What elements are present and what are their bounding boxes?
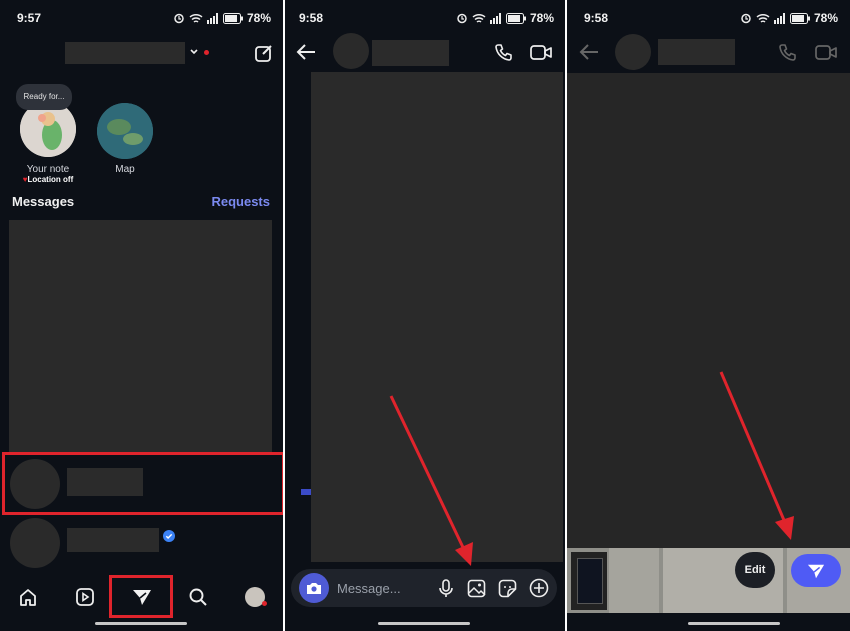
battery-level: 78% [813, 11, 838, 25]
back-arrow-icon[interactable] [579, 43, 599, 61]
send-media-panel: 9:58 78% Edit [567, 0, 850, 631]
battery-icon [222, 12, 243, 24]
send-icon [807, 564, 825, 579]
signal-icon [773, 12, 785, 24]
inbox-panel: 9:57 78% Ready for... Your note ♥Locatio… [0, 0, 283, 631]
wifi-icon [472, 13, 486, 23]
message-composer[interactable]: Message... [291, 569, 557, 607]
status-bar: 9:58 78% [285, 0, 566, 34]
conversation-row-2[interactable] [0, 516, 283, 572]
location-off-label: ♥Location off [22, 175, 74, 184]
highlight-direct [109, 575, 173, 618]
redacted-conversation-name-2 [67, 528, 159, 552]
media-thumbnail[interactable] [609, 548, 659, 613]
status-time: 9:57 [17, 11, 42, 25]
edit-button[interactable]: Edit [735, 552, 775, 588]
compose-icon[interactable] [254, 43, 274, 63]
chevron-down-icon[interactable] [189, 47, 199, 57]
messages-heading: Messages [12, 194, 75, 209]
annotation-arrow [719, 371, 794, 540]
conversation-avatar-2 [10, 518, 60, 568]
requests-link[interactable]: Requests [211, 194, 270, 209]
note-bubble[interactable]: Ready for... [16, 84, 72, 110]
video-call-icon[interactable] [815, 44, 837, 61]
status-bar: 9:58 78% [567, 0, 850, 34]
notification-dot [204, 50, 209, 55]
send-button[interactable] [791, 554, 841, 587]
phone-icon[interactable] [494, 43, 513, 62]
plus-circle-icon[interactable] [529, 578, 549, 598]
verified-badge-icon [163, 530, 175, 542]
status-bar: 9:57 78% [0, 0, 283, 34]
wifi-icon [756, 13, 770, 23]
edge-text-fragment [301, 489, 311, 495]
map-label: Map [115, 164, 135, 175]
redacted-chat-name[interactable] [372, 40, 449, 66]
battery-icon [789, 12, 810, 24]
camera-icon [307, 583, 321, 594]
video-call-icon[interactable] [530, 44, 552, 61]
gallery-icon[interactable] [467, 579, 486, 598]
your-note-label: Your note [26, 164, 70, 175]
wifi-icon [189, 13, 203, 23]
redacted-username[interactable] [65, 42, 185, 64]
alarm-icon [457, 13, 467, 24]
home-indicator [688, 622, 780, 625]
battery-icon [505, 12, 526, 24]
sticker-icon[interactable] [498, 579, 517, 598]
back-arrow-icon[interactable] [296, 43, 316, 61]
camera-button[interactable] [299, 573, 329, 603]
map-avatar[interactable] [97, 103, 153, 159]
annotation-arrow [389, 395, 473, 566]
home-icon[interactable] [18, 587, 38, 607]
chat-avatar[interactable] [333, 33, 369, 69]
battery-level: 78% [246, 11, 271, 25]
alarm-icon [741, 13, 751, 24]
phone-icon[interactable] [778, 43, 797, 62]
alarm-icon [174, 13, 184, 24]
signal-icon [489, 12, 501, 24]
battery-level: 78% [529, 11, 554, 25]
microphone-icon[interactable] [439, 579, 453, 598]
redacted-chat-name[interactable] [658, 39, 735, 65]
highlight-conversation [2, 452, 283, 515]
media-thumbnail[interactable] [569, 550, 609, 612]
chat-avatar[interactable] [615, 34, 651, 70]
status-time: 9:58 [584, 11, 609, 25]
chat-panel: 9:58 78% Message... [285, 0, 566, 631]
status-time: 9:58 [299, 11, 324, 25]
redacted-chat-area [567, 73, 850, 549]
search-icon[interactable] [188, 587, 208, 607]
redacted-conversation-list [9, 220, 272, 452]
globe-picture [97, 103, 153, 159]
home-indicator [378, 622, 470, 625]
message-placeholder: Message... [337, 581, 401, 596]
profile-notification-dot [262, 601, 267, 606]
reels-icon[interactable] [75, 587, 95, 607]
home-indicator [95, 622, 187, 625]
signal-icon [206, 12, 218, 24]
